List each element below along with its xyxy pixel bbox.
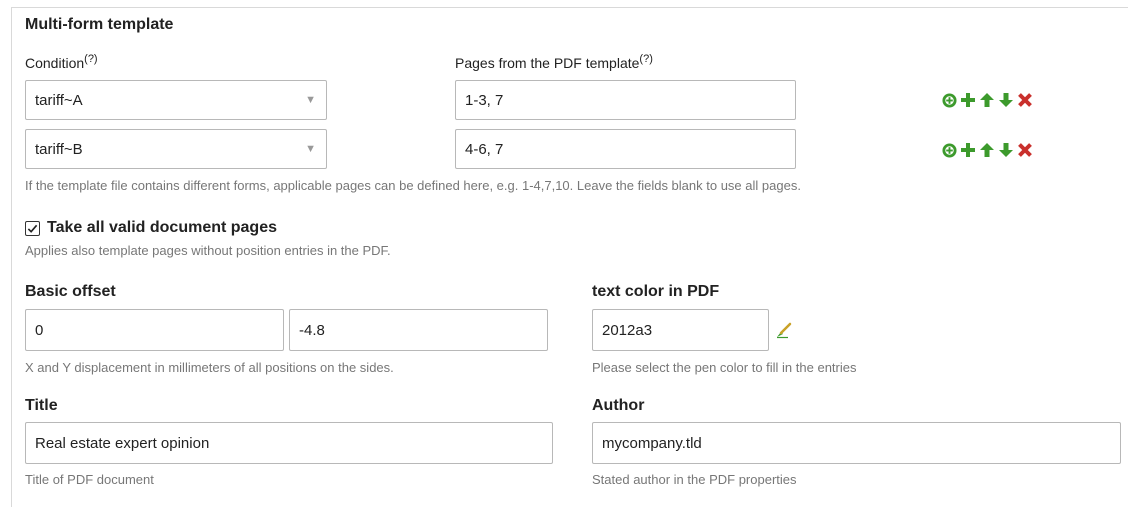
pages-input-2[interactable]: 4-6, 7 bbox=[455, 129, 796, 169]
pages-label: Pages from the PDF template(?) bbox=[455, 53, 653, 72]
author-label: Author bbox=[592, 397, 645, 414]
title-input[interactable]: Real estate expert opinion bbox=[25, 422, 553, 464]
pages-input-1[interactable]: 1-3, 7 bbox=[455, 80, 796, 120]
add-circle-icon[interactable] bbox=[941, 142, 957, 158]
arrow-up-icon[interactable] bbox=[979, 142, 995, 158]
chevron-down-icon: ▼ bbox=[305, 94, 316, 106]
color-picker-icon[interactable] bbox=[774, 320, 794, 340]
arrow-down-icon[interactable] bbox=[998, 142, 1014, 158]
plus-icon[interactable] bbox=[960, 92, 976, 108]
row-actions-2 bbox=[941, 142, 1033, 158]
delete-x-icon[interactable] bbox=[1017, 142, 1033, 158]
author-hint: Stated author in the PDF properties bbox=[592, 472, 797, 487]
text-color-hint: Please select the pen color to fill in t… bbox=[592, 360, 857, 375]
condition-label: Condition(?) bbox=[25, 53, 98, 72]
arrow-up-icon[interactable] bbox=[979, 92, 995, 108]
text-color-label: text color in PDF bbox=[592, 283, 720, 300]
author-input[interactable]: mycompany.tld bbox=[592, 422, 1121, 464]
text-color-input[interactable]: 2012a3 bbox=[592, 309, 769, 351]
condition-select-1[interactable]: tariff~A ▼ bbox=[25, 80, 327, 120]
condition-select-2-value: tariff~B bbox=[35, 140, 83, 158]
take-all-label[interactable]: Take all valid document pages bbox=[47, 219, 277, 237]
arrow-down-icon[interactable] bbox=[998, 92, 1014, 108]
title-label: Title bbox=[25, 397, 58, 414]
plus-icon[interactable] bbox=[960, 142, 976, 158]
pages-help[interactable]: (?) bbox=[639, 53, 652, 65]
offset-x-input[interactable]: 0 bbox=[25, 309, 284, 351]
condition-select-1-value: tariff~A bbox=[35, 91, 83, 109]
section-title-multiform: Multi-form template bbox=[25, 16, 174, 33]
offset-hint: X and Y displacement in millimeters of a… bbox=[25, 360, 394, 375]
basic-offset-label: Basic offset bbox=[25, 283, 116, 300]
take-all-checkbox[interactable] bbox=[25, 221, 40, 236]
chevron-down-icon: ▼ bbox=[305, 143, 316, 155]
take-all-hint: Applies also template pages without posi… bbox=[25, 243, 391, 258]
offset-y-input[interactable]: -4.8 bbox=[289, 309, 548, 351]
multiform-hint: If the template file contains different … bbox=[25, 178, 801, 193]
row-actions-1 bbox=[941, 92, 1033, 108]
delete-x-icon[interactable] bbox=[1017, 92, 1033, 108]
title-hint: Title of PDF document bbox=[25, 472, 154, 487]
condition-select-2[interactable]: tariff~B ▼ bbox=[25, 129, 327, 169]
condition-help[interactable]: (?) bbox=[84, 53, 97, 65]
checkmark-icon bbox=[27, 224, 38, 233]
add-circle-icon[interactable] bbox=[941, 92, 957, 108]
